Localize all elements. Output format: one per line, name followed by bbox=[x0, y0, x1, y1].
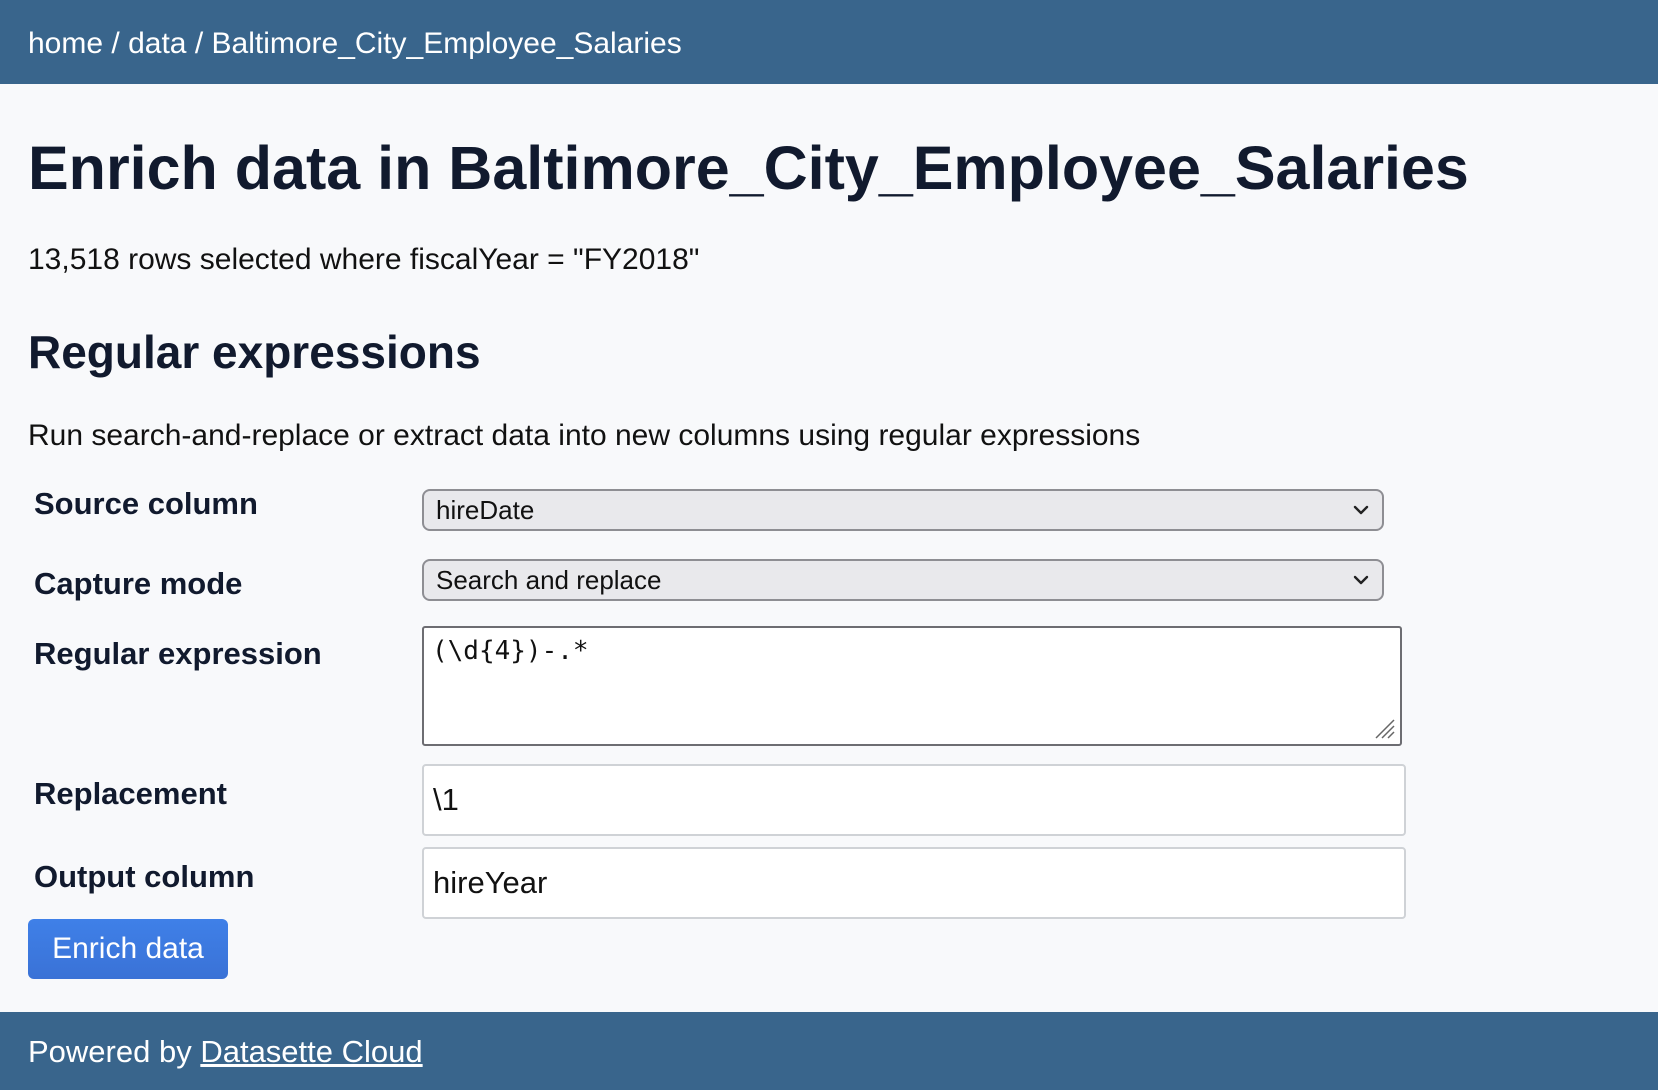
datasette-cloud-link[interactable]: Datasette Cloud bbox=[200, 1034, 422, 1069]
source-column-label: Source column bbox=[34, 486, 258, 521]
enrich-data-button[interactable]: Enrich data bbox=[28, 919, 228, 979]
replacement-label: Replacement bbox=[34, 776, 227, 811]
top-navigation-bar: home / data / Baltimore_City_Employee_Sa… bbox=[0, 0, 1658, 84]
breadcrumb: home / data / Baltimore_City_Employee_Sa… bbox=[28, 24, 682, 64]
replacement-input[interactable]: \1 bbox=[422, 764, 1406, 836]
footer-prefix: Powered by bbox=[28, 1034, 201, 1069]
breadcrumb-data-link[interactable]: data bbox=[128, 27, 186, 60]
breadcrumb-table-link[interactable]: Baltimore_City_Employee_Salaries bbox=[212, 27, 682, 60]
regular-expression-textarea[interactable]: (\d{4})-.* bbox=[422, 626, 1402, 746]
footer: Powered by Datasette Cloud bbox=[0, 1012, 1658, 1090]
regular-expression-value: (\d{4})-.* bbox=[432, 636, 589, 666]
capture-mode-selected-value: Search and replace bbox=[436, 565, 662, 595]
source-column-select[interactable]: hireDate bbox=[422, 489, 1384, 531]
breadcrumb-home-link[interactable]: home bbox=[28, 27, 103, 60]
breadcrumb-separator: / bbox=[194, 27, 204, 60]
capture-mode-label: Capture mode bbox=[34, 566, 243, 601]
chevron-down-icon bbox=[1353, 575, 1369, 585]
breadcrumb-separator: / bbox=[111, 27, 120, 60]
section-description: Run search-and-replace or extract data i… bbox=[28, 419, 1141, 452]
capture-mode-select[interactable]: Search and replace bbox=[422, 559, 1384, 601]
output-column-label: Output column bbox=[34, 859, 255, 894]
resize-handle-icon[interactable] bbox=[1372, 716, 1396, 740]
output-column-input[interactable]: hireYear bbox=[422, 847, 1406, 919]
footer-text: Powered by Datasette Cloud bbox=[28, 1032, 423, 1072]
chevron-down-icon bbox=[1353, 505, 1369, 515]
page-title: Enrich data in Baltimore_City_Employee_S… bbox=[28, 134, 1469, 202]
source-column-selected-value: hireDate bbox=[436, 495, 535, 525]
section-title: Regular expressions bbox=[28, 326, 481, 378]
regular-expression-label: Regular expression bbox=[34, 636, 322, 671]
row-selection-info: 13,518 rows selected where fiscalYear = … bbox=[28, 243, 700, 276]
